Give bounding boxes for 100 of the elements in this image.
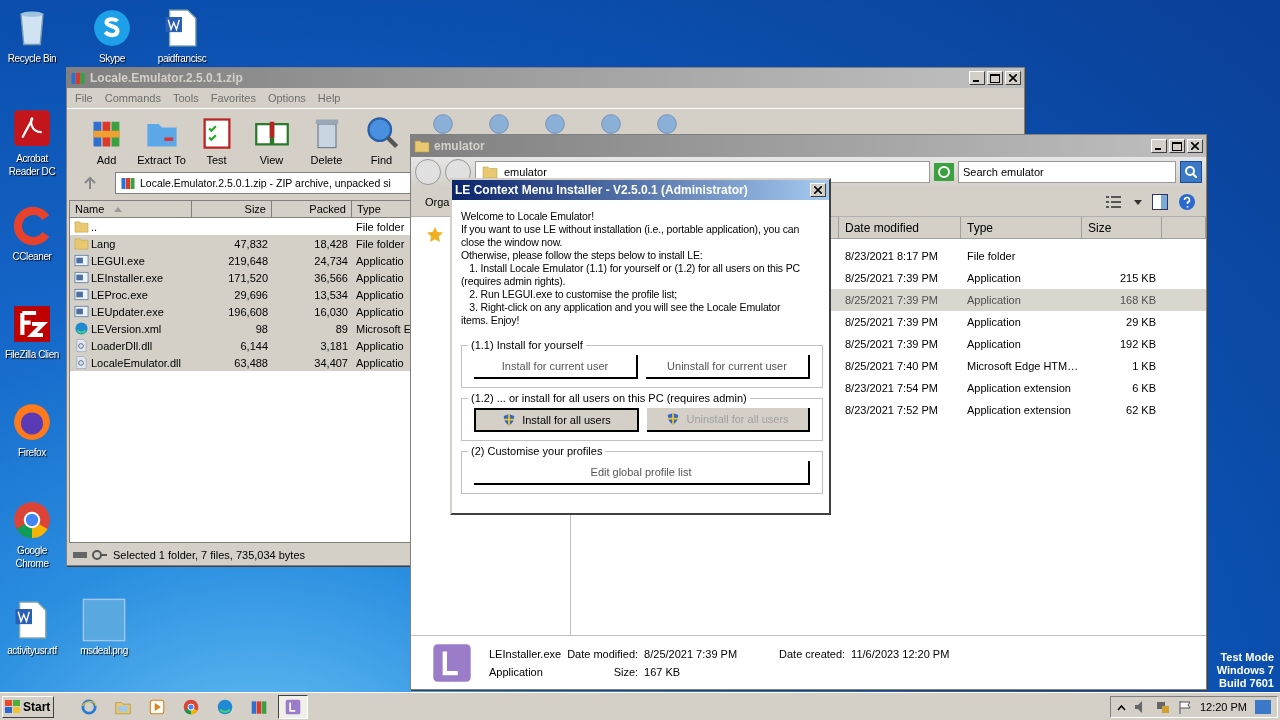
preview-pane-icon[interactable] [1152,193,1168,210]
toolbar-button[interactable]: View [244,115,299,166]
close-icon [1191,142,1199,150]
intro-text: If you want to use LE without installation (i.e., portable application), you can [461,223,800,236]
drive-key-icon [73,549,107,561]
flag-icon[interactable] [1177,699,1192,714]
application-icon [74,287,89,302]
install-button[interactable]: Install for all users [474,408,639,432]
column-header[interactable]: Name [70,201,192,218]
toolbar-button[interactable]: Test [189,115,244,166]
taskbar-app-button[interactable] [278,694,308,719]
star-icon[interactable] [427,227,443,243]
install-button[interactable]: Edit global profile list [474,461,810,485]
file-type: Applicatio [356,288,404,301]
file-size: 62 KB [1125,404,1157,416]
file-type: Application [489,665,544,678]
column-header[interactable]: Type [961,217,1082,238]
edge-icon [216,697,234,716]
date-modified: 8/23/2021 8:17 PM [844,250,939,262]
file-size: 63,488 [234,356,268,369]
refresh-icon[interactable] [934,163,954,181]
books-icon [70,70,86,86]
view-options-icon[interactable] [1106,194,1142,209]
file-size: 219,648 [228,254,268,267]
file-size: 196,608 [228,305,268,318]
maximize-button[interactable] [1169,139,1185,153]
desktop-icon-label[interactable]: CCleaner [12,250,52,263]
desktop-icon-label[interactable]: Firefox [18,446,46,459]
os-notice-text: Windows 7 [1216,664,1274,677]
maximize-icon [1172,141,1182,151]
desktop-icon-label[interactable]: FileZilla Clien [5,348,59,361]
file-name: LEGUI.exe [91,254,145,267]
edge-icon [74,321,89,336]
menu-item[interactable]: Favorites [210,92,256,104]
file-name: Lang [91,237,116,250]
search-icon [1185,166,1197,178]
file-name: .. [91,220,98,233]
toolbar-button[interactable]: Delete [299,115,354,166]
search-button[interactable] [1180,161,1202,183]
packed-size: 3,181 [320,339,348,352]
minimize-button[interactable] [1151,139,1167,153]
column-header[interactable]: Packed [272,201,352,218]
file-type: Application extension [966,382,1072,394]
menu-item[interactable]: Options [267,92,306,104]
dialog-title: LE Context Menu Installer - V2.5.0.1 (Administrator) [455,183,749,197]
file-type: Applicatio [356,254,404,267]
toolbar-button[interactable]: Add [79,115,134,166]
close-icon [814,186,822,194]
toolbar-icon [657,114,677,134]
file-size: 29 KB [1125,316,1157,328]
file-type: Application [966,294,1022,306]
date-modified: 8/23/2021 7:52 PM [844,404,939,416]
packed-size: 36,566 [314,271,348,284]
group-label: (1.2) ... or install for all users on this PC (requires admin) [470,392,748,404]
desktop-icon-label[interactable]: Google Chrome [0,544,64,570]
network-icon[interactable] [1155,699,1170,714]
file-size: 29,696 [234,288,268,301]
file-type: Applicatio [356,305,404,318]
file-type: Applicatio [356,356,404,369]
toolbar-icon [489,114,509,134]
install-button[interactable]: Install for current user [474,355,638,379]
close-button[interactable] [810,183,826,197]
file-size: 168 KB [1118,294,1157,306]
clock[interactable]: 12:20 PM [1199,700,1247,713]
desktop-icon-label[interactable]: Recycle Bin [7,52,57,65]
books-icon [120,175,136,191]
minimize-button[interactable] [969,71,985,85]
help-icon[interactable] [1178,192,1196,211]
window-title: emulator [434,139,486,153]
toolbar-icon [545,114,565,134]
intro-text: close the window now. [461,236,563,249]
column-header[interactable]: Size [1082,217,1162,238]
chevron-up-icon[interactable] [1116,702,1126,711]
close-button[interactable] [1187,139,1203,153]
install-button[interactable]: Uninstall for current user [646,355,810,379]
status-text: Selected 1 folder, 7 files, 735,034 bytes [113,549,306,561]
menu-item[interactable]: Commands [104,92,161,104]
column-header[interactable]: Size [192,201,272,218]
application-icon [74,304,89,319]
column-header[interactable]: Date modified [839,217,961,238]
start-button[interactable]: Start [2,695,54,718]
file-type: Microsoft E [356,322,411,335]
search-field[interactable]: Search emulator [958,161,1176,183]
intro-text: (requires admin rights). [461,275,566,288]
toolbar-button[interactable]: Extract To [134,115,189,166]
toolbar-button[interactable]: Find [354,115,409,166]
maximize-button[interactable] [987,71,1003,85]
file-name: LEInstaller.exe [489,647,562,660]
internet-explorer-icon [80,697,98,716]
show-desktop-icon[interactable] [1255,699,1271,714]
desktop-icon-label[interactable]: Acrobat Reader DC [0,152,64,178]
intro-text: Otherwise, please follow the steps below to install LE: [461,249,703,262]
desktop-icon-label[interactable]: Skype [99,52,125,65]
file-name: LEProc.exe [91,288,148,301]
close-button[interactable] [1005,71,1021,85]
desktop-icon-label[interactable]: paidfrancisc [157,52,207,65]
file-name: LEInstaller.exe [91,271,164,284]
file-type: Application [966,338,1022,350]
menu-item[interactable]: Tools [173,92,199,104]
date-modified: 8/23/2021 7:54 PM [844,382,939,394]
